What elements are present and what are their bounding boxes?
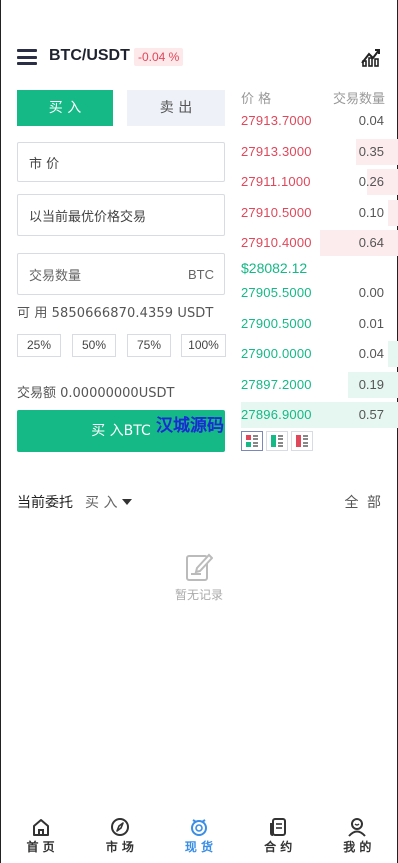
nav-contract[interactable]: 合 约: [248, 817, 308, 855]
price-header: 价 格: [241, 92, 272, 107]
nav-home-label: 首 页: [26, 840, 55, 854]
ask-qty: 0.04: [358, 113, 384, 128]
price-field[interactable]: 以当前最优价格交易: [17, 194, 225, 236]
ask-qty: 0.26: [358, 174, 384, 189]
amount-placeholder: 交易数量: [29, 268, 82, 284]
tab-buy[interactable]: 买 入: [17, 90, 113, 126]
ask-price: 27910.4000: [241, 235, 312, 250]
bid-row[interactable]: 27896.9000 0.57: [241, 402, 398, 428]
percent-75-button[interactable]: 75%: [127, 334, 171, 357]
ask-row[interactable]: 27910.5000 0.10: [241, 199, 398, 226]
bid-price: 27900.5000: [241, 315, 312, 331]
available-balance: 可 用 5850666870.4359 USDT: [17, 306, 214, 321]
bottom-nav: 首 页 市 场 现 货 合 约 我 的: [1, 817, 397, 863]
bid-price: 27897.2000: [241, 376, 312, 392]
kline-chart-icon[interactable]: [361, 45, 381, 67]
amount-input[interactable]: 交易数量 BTC: [17, 253, 225, 295]
chevron-down-icon: [122, 499, 133, 505]
bid-price: 27905.5000: [241, 285, 312, 300]
change-badge: -0.04 %: [134, 48, 184, 66]
ask-qty: 0.10: [358, 204, 384, 220]
bid-row[interactable]: 27900.0000 0.04: [241, 341, 398, 367]
spot-icon: [190, 819, 207, 836]
nav-contract-label: 合 约: [264, 840, 293, 854]
market-icon: [110, 818, 129, 836]
tab-sell[interactable]: 卖 出: [127, 90, 225, 126]
percent-50-button[interactable]: 50%: [72, 334, 116, 357]
empty-note-icon: [186, 553, 213, 581]
ask-row[interactable]: 27913.7000 0.04: [241, 108, 398, 134]
bid-qty: 0.19: [358, 376, 384, 392]
bid-qty: 0.00: [358, 285, 384, 300]
bid-price: 27896.9000: [241, 407, 312, 422]
ask-price: 27911.1000: [241, 174, 311, 189]
orders-filter-label: 买 入: [85, 495, 118, 511]
home-icon: [32, 819, 49, 836]
nav-spot-label: 现 货: [184, 840, 214, 854]
mode-bids-icon[interactable]: [266, 431, 288, 451]
order-type-select[interactable]: 市 价: [17, 142, 225, 182]
nav-home[interactable]: 首 页: [11, 817, 71, 855]
percent-100-button[interactable]: 100%: [181, 334, 226, 357]
bid-qty: 0.04: [358, 346, 384, 361]
last-price: $28082.12: [241, 260, 308, 276]
nav-profile[interactable]: 我 的: [327, 817, 387, 855]
trade-side-tabs: 买 入 卖 出: [17, 90, 225, 126]
percent-buttons: 25% 50% 75% 100%: [17, 334, 227, 357]
depth-mode-toggle: [241, 431, 313, 451]
contract-icon: [270, 818, 287, 836]
ask-price: 27913.7000: [241, 113, 312, 128]
profile-icon: [348, 818, 367, 837]
nav-spot[interactable]: 现 货: [169, 817, 229, 855]
menu-icon[interactable]: [17, 49, 37, 65]
ask-depth-bar: [388, 199, 398, 226]
ask-qty: 0.35: [358, 143, 384, 159]
empty-label: 暂无记录: [174, 588, 223, 602]
ask-row[interactable]: 27911.1000 0.26: [241, 169, 398, 195]
ask-price: 27913.3000: [241, 143, 312, 159]
watermark-text: 汉城源码: [156, 416, 224, 436]
orders-title: 当前委托: [17, 495, 73, 511]
bid-qty: 0.01: [358, 315, 384, 331]
bid-depth-bar: [388, 341, 398, 367]
bid-row[interactable]: 27905.5000 0.00: [241, 280, 398, 306]
mode-asks-icon[interactable]: [291, 431, 313, 451]
ask-qty: 0.64: [358, 235, 384, 250]
percent-25-button[interactable]: 25%: [17, 334, 61, 357]
bid-price: 27900.0000: [241, 346, 312, 361]
mode-both-icon[interactable]: [241, 431, 263, 451]
all-orders-link[interactable]: 全 部: [345, 492, 383, 512]
nav-market-label: 市 场: [105, 840, 134, 854]
pair-title[interactable]: BTC/USDT: [49, 47, 130, 65]
amount-unit: BTC: [188, 266, 214, 282]
bid-row[interactable]: 27900.5000 0.01: [241, 311, 398, 337]
empty-state: 暂无记录: [1, 552, 397, 603]
ask-row[interactable]: 27910.4000 0.64: [241, 230, 398, 256]
nav-profile-label: 我 的: [343, 840, 372, 854]
nav-market[interactable]: 市 场: [90, 817, 150, 855]
top-bar: BTC/USDT -0.04 %: [1, 44, 397, 72]
bid-row[interactable]: 27897.2000 0.19: [241, 371, 398, 398]
ask-row[interactable]: 27913.3000 0.35: [241, 138, 398, 165]
bid-qty: 0.57: [358, 407, 384, 422]
qty-header: 交易数量: [332, 92, 385, 107]
ask-price: 27910.5000: [241, 204, 312, 220]
orders-filter-dropdown[interactable]: 买 入: [85, 492, 133, 512]
turnover-text: 交易额 0.00000000USDT: [17, 386, 175, 401]
